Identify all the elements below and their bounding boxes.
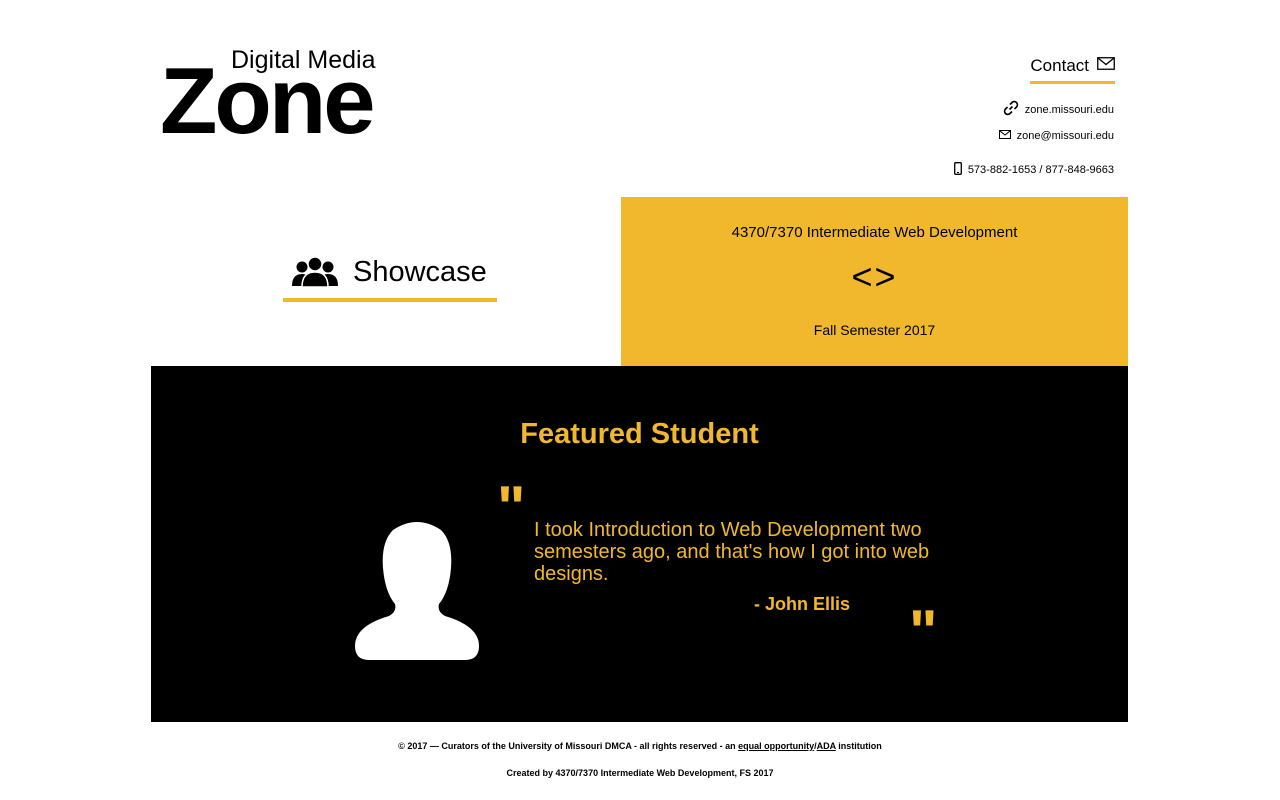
course-title: 4370/7370 Intermediate Web Development: [731, 224, 1018, 241]
footer-copyright-suffix: institution: [835, 741, 882, 751]
contact-phone-row[interactable]: 573-882-1653 / 877-848-9663: [953, 162, 1114, 178]
equal-opportunity-link[interactable]: equal opportunity: [738, 741, 814, 751]
testimonial-author: - John Ellis: [754, 594, 851, 614]
avatar-icon: [353, 520, 481, 660]
footer-credits: Created by 4370/7370 Intermediate Web De…: [506, 768, 774, 778]
contact-link[interactable]: Contact: [1030, 56, 1115, 84]
featured-student-section: Featured Student " I took Introduction t…: [151, 366, 1128, 722]
logo-title: Zone: [160, 48, 376, 153]
testimonial-quote: I took Introduction to Web Development t…: [534, 519, 930, 585]
course-panel: 4370/7370 Intermediate Web Development <…: [621, 197, 1128, 366]
showcase-link[interactable]: Showcase: [283, 254, 497, 302]
mail-icon: [1097, 57, 1115, 75]
quote-close-mark: ": [909, 598, 938, 665]
phone-icon: [953, 162, 962, 178]
mail-icon: [998, 130, 1011, 142]
contact-email[interactable]: zone@missouri.edu: [1017, 130, 1114, 142]
contact-label: Contact: [1030, 56, 1089, 75]
contact-website[interactable]: zone.missouri.edu: [1025, 104, 1114, 116]
course-term: Fall Semester 2017: [813, 322, 936, 338]
site-logo[interactable]: Digital Media Zone: [160, 40, 420, 150]
ada-link[interactable]: ADA: [817, 741, 836, 751]
code-brackets-icon: <>: [851, 256, 898, 297]
footer-copyright-prefix: © 2017 — Curators of the University of M…: [398, 741, 739, 751]
contact-website-row[interactable]: zone.missouri.edu: [1003, 100, 1114, 119]
quote-open-mark: ": [497, 474, 526, 541]
featured-heading: Featured Student: [520, 418, 759, 450]
contact-phone[interactable]: 573-882-1653 / 877-848-9663: [968, 164, 1114, 176]
link-icon: [1003, 100, 1019, 119]
showcase-label: Showcase: [353, 256, 487, 288]
group-icon: [291, 254, 339, 295]
contact-email-row[interactable]: zone@missouri.edu: [998, 130, 1114, 142]
footer-copyright: © 2017 — Curators of the University of M…: [0, 741, 1280, 751]
